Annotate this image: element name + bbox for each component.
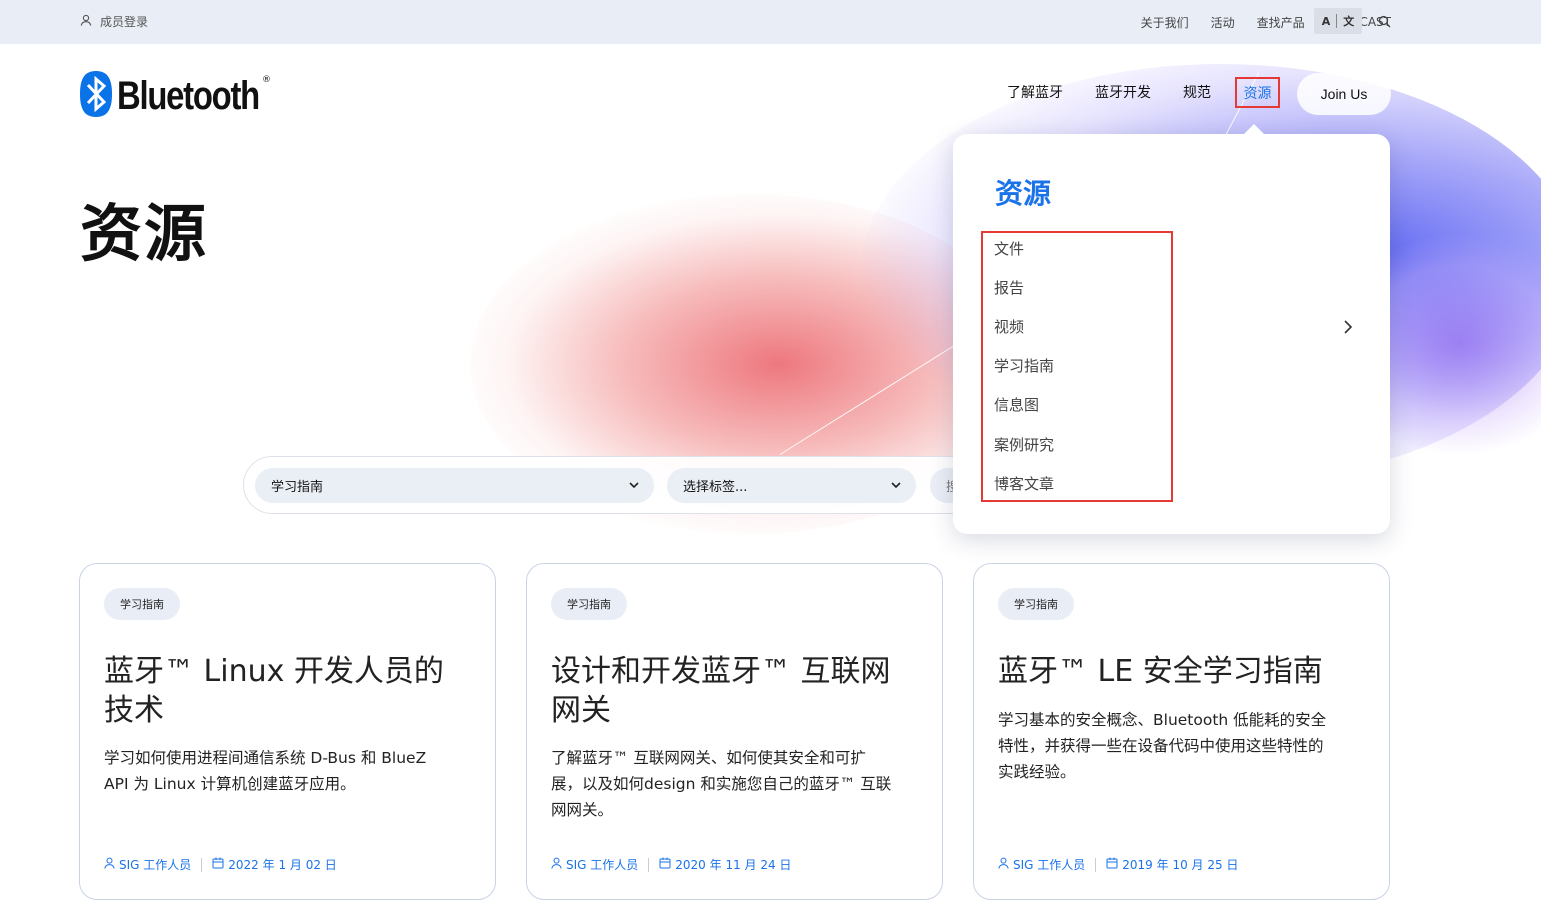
card-author-name: SIG 工作人员 xyxy=(566,858,639,872)
card-desc-line: 实践经验。 xyxy=(998,763,1076,781)
card-author-name: SIG 工作人员 xyxy=(1013,858,1086,872)
lang-divider xyxy=(1336,14,1338,28)
card-title[interactable]: 设计和开发蓝牙™ 互联网 网关 xyxy=(551,652,921,730)
resource-card[interactable]: 学习指南 蓝牙™ LE 安全学习指南 学习基本的安全概念、Bluetooth 低… xyxy=(973,563,1390,900)
member-login-label: 成员登录 xyxy=(100,15,149,29)
card-desc-line: 特性，并获得一些在设备代码中使用这些特性的 xyxy=(998,737,1324,755)
user-icon xyxy=(551,857,562,872)
user-icon xyxy=(998,857,1009,872)
dropdown-caret xyxy=(1243,124,1265,135)
utility-bar: 成员登录 关于我们 活动 查找产品 AURACAST A 文 xyxy=(0,0,1541,44)
meta-divider xyxy=(201,857,203,872)
dropdown-item-study-guides[interactable]: 学习指南 xyxy=(994,355,1054,376)
join-us-button[interactable]: Join Us xyxy=(1297,73,1391,115)
registered-mark: ® xyxy=(262,75,271,85)
resource-card[interactable]: 学习指南 设计和开发蓝牙™ 互联网 网关 了解蓝牙™ 互联网网关、如何使其安全和… xyxy=(526,563,943,900)
card-date: 2022 年 1 月 02 日 xyxy=(212,856,337,873)
nav-specs[interactable]: 规范 xyxy=(1183,82,1211,102)
card-date-value: 2022 年 1 月 02 日 xyxy=(228,858,337,872)
card-date-value: 2020 年 11 月 24 日 xyxy=(675,858,792,872)
dropdown-item-case-studies[interactable]: 案例研究 xyxy=(994,434,1054,455)
category-select-value: 学习指南 xyxy=(271,480,324,495)
card-desc-line: 了解蓝牙™ 互联网网关、如何使其安全和可扩 xyxy=(551,749,866,767)
dropdown-item-blog-posts[interactable]: 博客文章 xyxy=(994,473,1054,494)
lang-en: A xyxy=(1321,14,1331,28)
card-author: SIG 工作人员 xyxy=(998,856,1085,873)
logo-wordmark: Bluetooth xyxy=(117,73,260,118)
bluetooth-logo[interactable]: Bluetooth ® xyxy=(79,71,290,121)
card-meta: SIG 工作人员 2019 年 10 月 25 日 xyxy=(998,856,1238,873)
tags-select-placeholder: 选择标签... xyxy=(683,480,748,495)
search-icon[interactable] xyxy=(1378,13,1391,32)
link-find-products[interactable]: 查找产品 xyxy=(1257,14,1305,31)
card-tag[interactable]: 学习指南 xyxy=(551,588,627,620)
card-meta: SIG 工作人员 2020 年 11 月 24 日 xyxy=(551,856,791,873)
user-icon xyxy=(104,857,115,872)
chevron-down-icon xyxy=(890,479,902,495)
dropdown-item-infographics[interactable]: 信息图 xyxy=(994,394,1039,415)
meta-divider xyxy=(1095,857,1097,872)
card-description: 学习基本的安全概念、Bluetooth 低能耗的安全 特性，并获得一些在设备代码… xyxy=(998,707,1368,785)
meta-divider xyxy=(648,857,650,872)
card-title-line: 技术 xyxy=(104,693,164,728)
card-tag[interactable]: 学习指南 xyxy=(998,588,1074,620)
lang-zh: 文 xyxy=(1343,15,1355,28)
card-title-line: 蓝牙™ Linux 开发人员的 xyxy=(104,654,444,689)
resource-card[interactable]: 学习指南 蓝牙™ Linux 开发人员的 技术 学习如何使用进程间通信系统 D-… xyxy=(79,563,496,900)
main-nav: 了解蓝牙 蓝牙开发 规范 资源 xyxy=(1007,77,1280,108)
card-title[interactable]: 蓝牙™ LE 安全学习指南 xyxy=(998,652,1368,691)
dropdown-title[interactable]: 资源 xyxy=(995,172,1051,212)
link-about[interactable]: 关于我们 xyxy=(1141,14,1189,31)
card-date: 2019 年 10 月 25 日 xyxy=(1106,856,1238,873)
resources-dropdown: 资源 文件 报告 视频 学习指南 信息图 案例研究 博客文章 xyxy=(953,124,1390,534)
category-select[interactable]: 学习指南 xyxy=(255,468,654,503)
nav-develop[interactable]: 蓝牙开发 xyxy=(1095,82,1151,102)
card-desc-line: API 为 Linux 计算机创建蓝牙应用。 xyxy=(104,775,356,793)
card-desc-line: 学习如何使用进程间通信系统 D-Bus 和 BlueZ xyxy=(104,749,427,767)
card-description: 了解蓝牙™ 互联网网关、如何使其安全和可扩 展，以及如何design 和实施您自… xyxy=(551,745,921,823)
card-desc-line: 展，以及如何design 和实施您自己的蓝牙™ 互联 xyxy=(551,775,892,793)
tags-select[interactable]: 选择标签... xyxy=(667,468,916,503)
filter-bar: 学习指南 选择标签... 搜 xyxy=(243,456,1003,514)
card-desc-line: 学习基本的安全概念、Bluetooth 低能耗的安全 xyxy=(998,711,1327,729)
card-date: 2020 年 11 月 24 日 xyxy=(659,856,791,873)
card-date-value: 2019 年 10 月 25 日 xyxy=(1122,858,1239,872)
chevron-right-icon[interactable] xyxy=(1342,319,1354,338)
dropdown-item-reports[interactable]: 报告 xyxy=(994,277,1024,298)
language-toggle[interactable]: A 文 xyxy=(1314,8,1362,34)
card-title[interactable]: 蓝牙™ Linux 开发人员的 技术 xyxy=(104,652,474,730)
card-author-name: SIG 工作人员 xyxy=(119,858,192,872)
card-author: SIG 工作人员 xyxy=(551,856,638,873)
user-icon xyxy=(80,14,92,29)
card-meta: SIG 工作人员 2022 年 1 月 02 日 xyxy=(104,856,337,873)
card-desc-line: 网网关。 xyxy=(551,801,614,819)
card-title-line: 蓝牙™ LE 安全学习指南 xyxy=(998,654,1323,689)
page-title: 资源 xyxy=(80,197,209,270)
card-title-line: 网关 xyxy=(551,693,611,728)
chevron-down-icon xyxy=(628,479,640,495)
card-description: 学习如何使用进程间通信系统 D-Bus 和 BlueZ API 为 Linux … xyxy=(104,745,474,797)
member-login-link[interactable]: 成员登录 xyxy=(80,13,148,30)
calendar-icon xyxy=(1106,857,1118,872)
card-title-line: 设计和开发蓝牙™ 互联网 xyxy=(551,654,891,689)
calendar-icon xyxy=(212,857,224,872)
nav-resources[interactable]: 资源 xyxy=(1235,77,1280,108)
link-events[interactable]: 活动 xyxy=(1211,14,1235,31)
dropdown-item-documents[interactable]: 文件 xyxy=(994,238,1024,259)
card-author: SIG 工作人员 xyxy=(104,856,191,873)
card-tag[interactable]: 学习指南 xyxy=(104,588,180,620)
bluetooth-rune-icon xyxy=(79,71,113,121)
site-header: Bluetooth ® 了解蓝牙 蓝牙开发 规范 资源 Join Us xyxy=(0,44,1541,144)
dropdown-item-videos[interactable]: 视频 xyxy=(994,316,1024,337)
calendar-icon xyxy=(659,857,671,872)
nav-learn[interactable]: 了解蓝牙 xyxy=(1007,82,1063,102)
